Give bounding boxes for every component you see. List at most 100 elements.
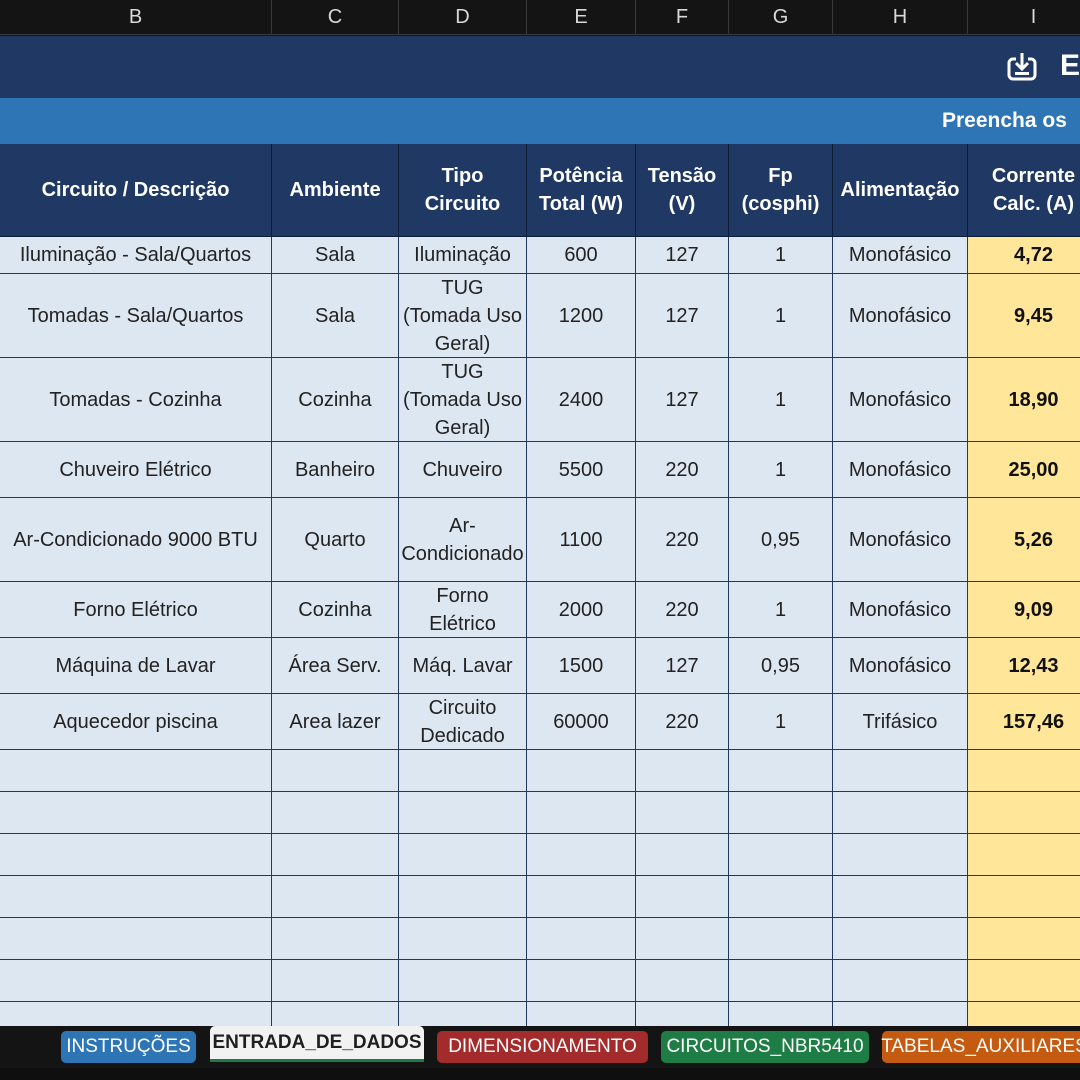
table-cell[interactable]: Circuito Dedicado [399,694,527,750]
table-cell[interactable]: 2400 [527,358,636,442]
table-cell[interactable]: Monofásico [833,638,968,694]
empty-cell[interactable] [0,834,272,876]
empty-cell[interactable] [399,876,527,918]
empty-cell[interactable] [968,834,1080,876]
table-header-cell[interactable]: Alimentação [833,144,968,237]
table-cell[interactable]: 9,45 [968,274,1080,358]
table-cell[interactable]: TUG (Tomada Uso Geral) [399,274,527,358]
table-cell[interactable]: Sala [272,237,399,274]
empty-cell[interactable] [968,1002,1080,1026]
empty-cell[interactable] [0,1002,272,1026]
empty-cell[interactable] [833,918,968,960]
table-cell[interactable]: Ar-Condicionado 9000 BTU [0,498,272,582]
empty-cell[interactable] [833,876,968,918]
table-cell[interactable]: Monofásico [833,498,968,582]
table-cell[interactable]: Ar-Condicionado [399,498,527,582]
empty-cell[interactable] [636,960,729,1002]
table-cell[interactable]: 220 [636,442,729,498]
table-cell[interactable]: Iluminação [399,237,527,274]
table-header-cell[interactable]: Potência Total (W) [527,144,636,237]
table-cell[interactable]: 1200 [527,274,636,358]
table-cell[interactable]: 0,95 [729,498,833,582]
table-cell[interactable]: Área Serv. [272,638,399,694]
table-cell[interactable]: 127 [636,358,729,442]
empty-cell[interactable] [399,918,527,960]
table-cell[interactable]: Forno Elétrico [399,582,527,638]
empty-cell[interactable] [729,1002,833,1026]
table-cell[interactable]: 25,00 [968,442,1080,498]
table-cell[interactable]: 60000 [527,694,636,750]
empty-cell[interactable] [272,834,399,876]
table-cell[interactable]: 600 [527,237,636,274]
table-header-cell[interactable]: Tipo Circuito [399,144,527,237]
table-cell[interactable]: Monofásico [833,274,968,358]
empty-cell[interactable] [636,1002,729,1026]
table-cell[interactable]: Area lazer [272,694,399,750]
sheet-tab-circuitos-nbr5410[interactable]: CIRCUITOS_NBR5410 [661,1031,869,1063]
empty-cell[interactable] [729,792,833,834]
empty-cell[interactable] [729,834,833,876]
table-cell[interactable]: 1 [729,237,833,274]
empty-cell[interactable] [833,834,968,876]
column-header-b[interactable]: B [0,0,272,35]
table-cell[interactable]: 2000 [527,582,636,638]
table-cell[interactable]: Aquecedor piscina [0,694,272,750]
table-cell[interactable]: 4,72 [968,237,1080,274]
sheet-tab-dimensionamento[interactable]: DIMENSIONAMENTO [437,1031,648,1063]
column-header-i[interactable]: I [968,0,1080,35]
table-cell[interactable]: 5500 [527,442,636,498]
table-cell[interactable]: Monofásico [833,582,968,638]
empty-cell[interactable] [527,918,636,960]
table-cell[interactable]: Forno Elétrico [0,582,272,638]
empty-cell[interactable] [636,876,729,918]
empty-cell[interactable] [636,834,729,876]
table-cell[interactable]: Cozinha [272,358,399,442]
empty-cell[interactable] [729,918,833,960]
empty-cell[interactable] [527,750,636,792]
table-header-cell[interactable]: Ambiente [272,144,399,237]
column-header-g[interactable]: G [729,0,833,35]
empty-cell[interactable] [636,792,729,834]
table-cell[interactable]: Tomadas - Cozinha [0,358,272,442]
table-cell[interactable]: 18,90 [968,358,1080,442]
empty-cell[interactable] [833,960,968,1002]
empty-cell[interactable] [399,834,527,876]
empty-cell[interactable] [833,792,968,834]
empty-cell[interactable] [527,792,636,834]
table-cell[interactable]: Iluminação - Sala/Quartos [0,237,272,274]
empty-cell[interactable] [272,792,399,834]
empty-cell[interactable] [0,876,272,918]
table-cell[interactable]: 9,09 [968,582,1080,638]
column-header-h[interactable]: H [833,0,968,35]
column-header-d[interactable]: D [399,0,527,35]
empty-cell[interactable] [399,1002,527,1026]
table-cell[interactable]: Monofásico [833,358,968,442]
empty-cell[interactable] [527,1002,636,1026]
sheet-tab-entrada-de-dados[interactable]: ENTRADA_DE_DADOS [210,1026,424,1062]
table-cell[interactable]: 1500 [527,638,636,694]
table-cell[interactable]: Sala [272,274,399,358]
table-cell[interactable]: 5,26 [968,498,1080,582]
empty-cell[interactable] [399,960,527,1002]
empty-cell[interactable] [272,960,399,1002]
table-header-cell[interactable]: Corrente Calc. (A) [968,144,1080,237]
table-header-cell[interactable]: Tensão (V) [636,144,729,237]
empty-cell[interactable] [527,834,636,876]
table-header-cell[interactable]: Circuito / Descrição [0,144,272,237]
empty-cell[interactable] [272,1002,399,1026]
table-cell[interactable]: Banheiro [272,442,399,498]
empty-cell[interactable] [0,918,272,960]
empty-cell[interactable] [527,876,636,918]
empty-cell[interactable] [272,918,399,960]
table-cell[interactable]: Cozinha [272,582,399,638]
empty-cell[interactable] [729,750,833,792]
empty-cell[interactable] [272,876,399,918]
table-cell[interactable]: 127 [636,274,729,358]
empty-cell[interactable] [0,792,272,834]
table-cell[interactable]: Máquina de Lavar [0,638,272,694]
empty-cell[interactable] [729,960,833,1002]
empty-cell[interactable] [968,960,1080,1002]
empty-cell[interactable] [527,960,636,1002]
sheet-tab-instruções[interactable]: INSTRUÇÕES [61,1031,196,1063]
table-cell[interactable]: 127 [636,638,729,694]
